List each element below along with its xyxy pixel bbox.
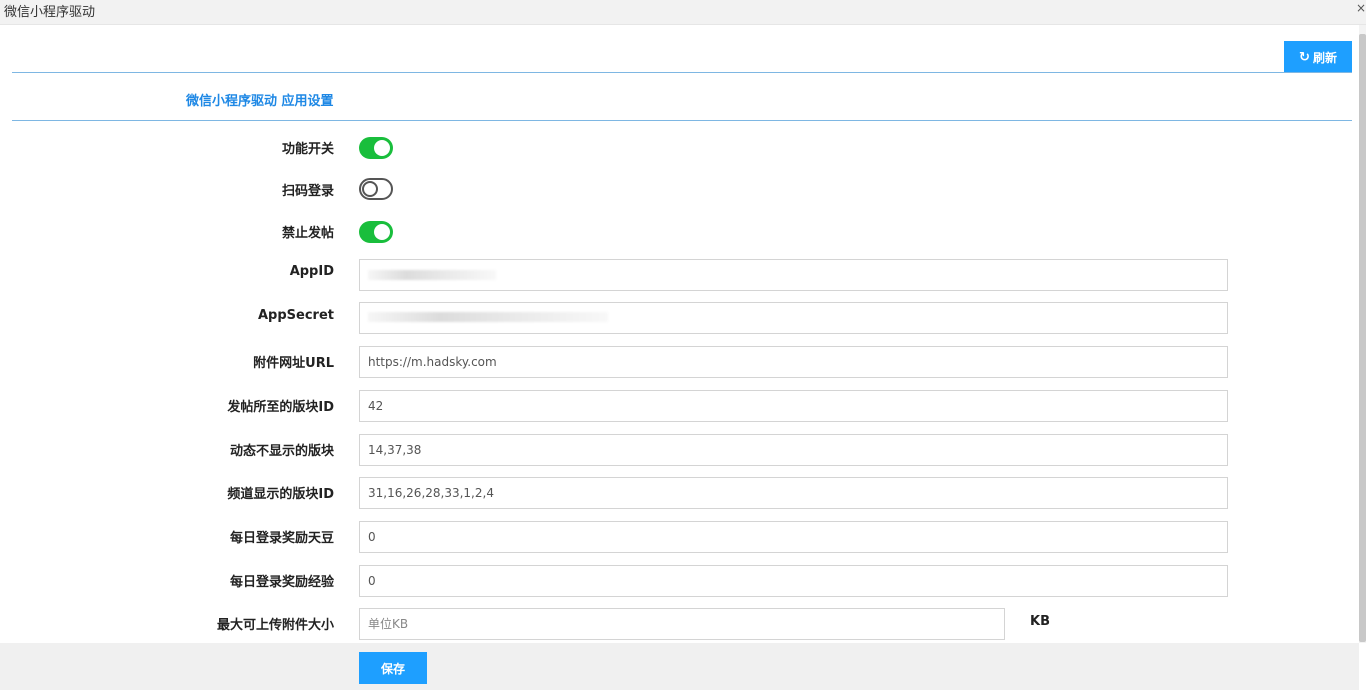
redacted-value <box>368 270 496 280</box>
close-icon[interactable]: × <box>1356 1 1366 15</box>
divider <box>12 120 1352 121</box>
window-title: 微信小程序驱动 <box>4 5 96 20</box>
scrollbar-thumb[interactable] <box>1359 34 1366 642</box>
label-disable-posting: 禁止发帖 <box>281 226 334 241</box>
label-hidden-boards: 动态不显示的版块 <box>229 444 334 459</box>
window-titlebar: 微信小程序驱动 × <box>0 0 1366 25</box>
disable-posting-toggle[interactable] <box>359 221 393 243</box>
daily-exp-input[interactable] <box>359 565 1228 597</box>
footer-bar <box>0 643 1359 690</box>
redacted-value <box>368 312 608 322</box>
label-max-upload: 最大可上传附件大小 <box>216 618 334 633</box>
daily-beans-input[interactable] <box>359 521 1228 553</box>
toggle-knob <box>374 224 390 240</box>
label-qr-login: 扫码登录 <box>281 184 334 199</box>
refresh-button[interactable]: ↻ 刷新 <box>1284 41 1352 73</box>
channel-boards-input[interactable] <box>359 477 1228 509</box>
label-daily-beans: 每日登录奖励天豆 <box>229 531 334 546</box>
attachment-url-input[interactable] <box>359 346 1228 378</box>
label-feature-switch: 功能开关 <box>281 142 334 157</box>
label-attachment-url: 附件网址URL <box>253 356 334 371</box>
label-channel-boards: 频道显示的版块ID <box>227 487 334 502</box>
toggle-knob <box>362 181 378 197</box>
refresh-icon: ↻ <box>1299 49 1310 65</box>
label-appid: AppID <box>289 264 334 279</box>
unit-label: KB <box>1030 614 1050 629</box>
refresh-label: 刷新 <box>1312 50 1337 65</box>
post-board-id-input[interactable] <box>359 390 1228 422</box>
toggle-knob <box>374 140 390 156</box>
section-title: 微信小程序驱动 应用设置 <box>186 94 334 109</box>
save-button[interactable]: 保存 <box>359 652 427 684</box>
qr-login-toggle[interactable] <box>359 178 393 200</box>
label-daily-exp: 每日登录奖励经验 <box>229 575 334 590</box>
max-upload-input[interactable] <box>359 608 1005 640</box>
divider <box>12 72 1352 73</box>
label-post-board-id: 发帖所至的版块ID <box>227 400 334 415</box>
label-appsecret: AppSecret <box>257 308 334 323</box>
feature-switch-toggle[interactable] <box>359 137 393 159</box>
hidden-boards-input[interactable] <box>359 434 1228 466</box>
